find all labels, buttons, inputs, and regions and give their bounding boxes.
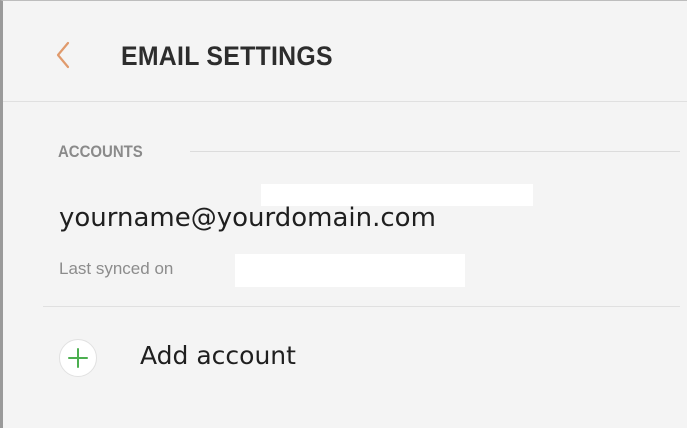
app-header: EMAIL SETTINGS xyxy=(3,1,687,102)
sync-value xyxy=(235,254,465,287)
accounts-section-header: ACCOUNTS xyxy=(58,140,680,164)
plus-icon xyxy=(59,339,97,377)
add-account-button[interactable]: Add account xyxy=(43,319,680,395)
chevron-left-icon xyxy=(56,41,70,69)
section-label-accounts: ACCOUNTS xyxy=(58,142,143,161)
sync-status: Last synced on xyxy=(59,254,499,288)
add-account-label: Add account xyxy=(140,341,296,370)
back-button[interactable] xyxy=(43,35,83,75)
row-divider xyxy=(43,306,680,307)
account-list-item[interactable]: yourname@yourdomain.com Last synced on xyxy=(43,184,680,304)
account-email: yourname@yourdomain.com xyxy=(59,203,436,233)
sync-label: Last synced on xyxy=(59,259,174,278)
page-title: EMAIL SETTINGS xyxy=(121,41,333,71)
section-divider xyxy=(190,151,680,152)
email-settings-screen: EMAIL SETTINGS ACCOUNTS yourname@yourdom… xyxy=(0,0,687,428)
